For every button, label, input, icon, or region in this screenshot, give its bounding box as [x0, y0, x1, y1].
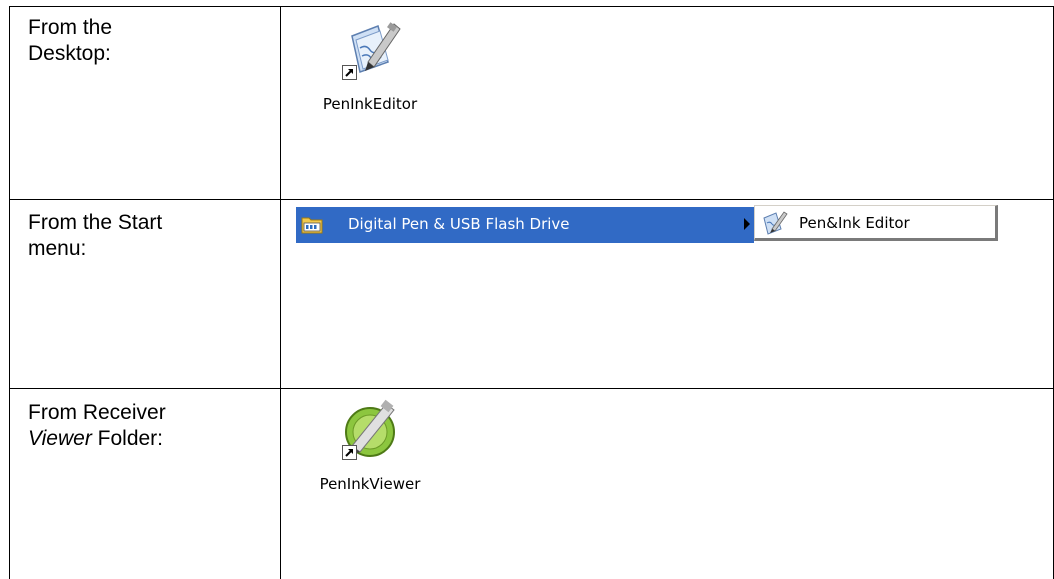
start-menu-folder-item[interactable]: Digital Pen & USB Flash Drive — [296, 207, 754, 243]
table-column-divider — [280, 6, 281, 579]
row-label-viewer-line-1: From Receiver — [28, 401, 166, 424]
pen-ink-viewer-icon — [338, 398, 402, 462]
start-menu-folder-label: Digital Pen & USB Flash Drive — [348, 215, 570, 233]
pen-ink-editor-desktop-shortcut[interactable]: PenInkEditor — [295, 18, 445, 113]
row-label-desktop-line-1: From the — [28, 16, 113, 39]
pen-ink-editor-icon — [338, 18, 402, 82]
program-group-folder-icon — [301, 214, 323, 234]
row-divider-1 — [9, 199, 1054, 200]
start-menu-pen-ink-editor-item[interactable]: Pen&Ink Editor — [754, 205, 998, 241]
pen-ink-viewer-folder-shortcut[interactable]: PenInkViewer — [295, 398, 445, 493]
row-label-desktop-line-2: Desktop: — [28, 42, 111, 65]
shortcut-arrow-icon — [342, 445, 357, 460]
row-label-desktop: From the Desktop: — [28, 15, 268, 67]
pen-ink-editor-caption: PenInkEditor — [322, 95, 418, 113]
row-label-start-menu-line-2: menu: — [28, 237, 87, 260]
table-left-border — [9, 6, 10, 579]
row-label-viewer-folder: From Receiver Viewer Folder: — [28, 400, 268, 452]
row-label-viewer-folder-word: Folder: — [91, 427, 164, 450]
row-label-viewer-line-2: Viewer Folder: — [28, 426, 268, 452]
pen-ink-editor-icon — [760, 210, 788, 236]
row-divider-2 — [9, 388, 1054, 389]
row-label-start-menu: From the Start menu: — [28, 210, 268, 262]
shortcut-arrow-icon — [342, 65, 357, 80]
table-top-border — [9, 6, 1054, 7]
pen-ink-editor-menu-label: Pen&Ink Editor — [799, 214, 910, 232]
pen-ink-viewer-caption: PenInkViewer — [319, 475, 421, 493]
submenu-arrow-icon — [744, 218, 750, 230]
row-label-start-menu-line-1: From the Start — [28, 211, 163, 234]
row-label-viewer-italic-word: Viewer — [28, 427, 92, 450]
